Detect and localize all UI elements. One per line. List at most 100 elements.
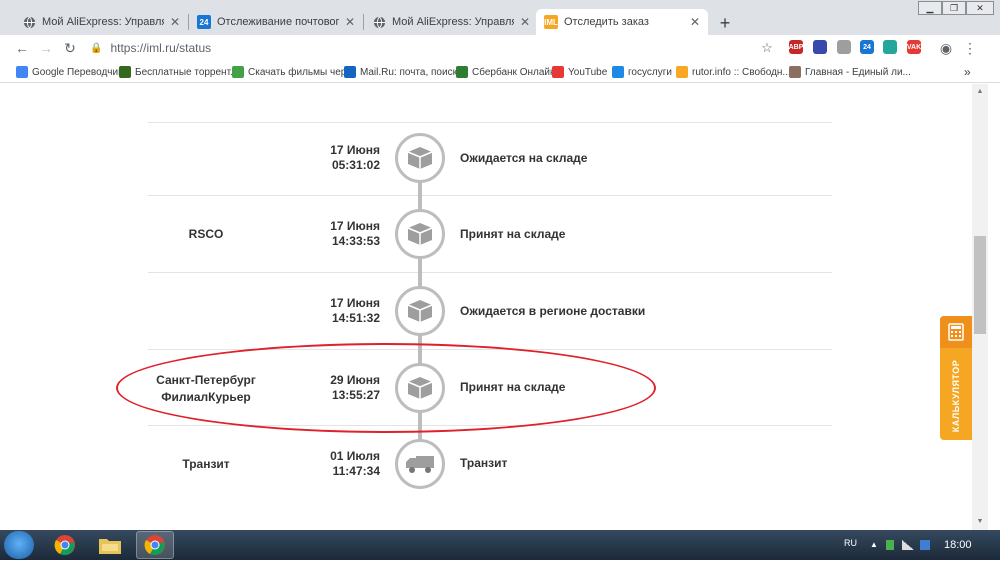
menu-button[interactable]: ⋮ xyxy=(960,38,980,58)
scroll-up-arrow[interactable]: ▲ xyxy=(974,86,986,98)
event-place: Транзит xyxy=(182,457,230,471)
tab-title: Отслеживание почтового отправ xyxy=(217,16,339,28)
bookmark-favicon xyxy=(789,66,801,78)
bookmark-favicon xyxy=(119,66,131,78)
event-date: 17 Июня 05:31:02 xyxy=(290,143,380,173)
tray-expand-icon[interactable]: ▲ xyxy=(870,540,878,550)
scroll-down-arrow[interactable]: ▼ xyxy=(974,516,986,528)
shield-green-icon[interactable] xyxy=(883,40,897,54)
reload-icon: ↻ xyxy=(64,39,76,56)
tab-track-order[interactable]: IML Отследить заказ ✕ xyxy=(536,9,708,35)
event-time: 14:33:53 xyxy=(331,234,380,248)
url-text: https://iml.ru/status xyxy=(110,41,212,55)
bookmark-item[interactable]: Скачать фильмы чер... xyxy=(232,64,355,80)
close-icon[interactable]: ✕ xyxy=(690,15,700,29)
event-time: 14:51:32 xyxy=(331,311,380,325)
event-status: Принят на складе xyxy=(460,227,566,241)
taskbar: RU ▲ 18:00 xyxy=(0,530,1000,560)
close-icon[interactable]: ✕ xyxy=(345,15,355,29)
lock-icon: 🔒 xyxy=(90,42,103,54)
bookmark-item[interactable]: rutor.info :: Свободн... xyxy=(676,64,791,80)
scrollbar-thumb[interactable] xyxy=(974,236,986,334)
bookmark-item[interactable]: Главная - Единый ли... xyxy=(789,64,911,80)
taskbar-chrome-active[interactable] xyxy=(136,531,174,559)
box-icon xyxy=(395,133,445,183)
bookmark-label: Google Переводчик xyxy=(32,66,123,78)
maximize-button[interactable]: ❐ xyxy=(942,1,966,15)
flag-icon[interactable] xyxy=(920,540,930,550)
start-button[interactable] xyxy=(4,531,34,559)
bookmark-item[interactable]: Mail.Ru: почта, поиск... xyxy=(344,64,465,80)
event-date: 17 Июня 14:33:53 xyxy=(290,219,380,249)
signal-icon[interactable] xyxy=(902,540,914,550)
back-button[interactable]: ← xyxy=(12,38,32,58)
bookmark-label: Сбербанк Онлайн xyxy=(472,66,556,78)
bookmark-label: Главная - Единый ли... xyxy=(805,66,911,78)
bookmark-item[interactable]: Сбербанк Онлайн xyxy=(456,64,556,80)
clock[interactable]: 18:00 xyxy=(944,539,972,551)
battery-icon[interactable] xyxy=(886,540,894,550)
tab-aliexpress-2[interactable]: Мой AliExpress: Управлять заказа ✕ xyxy=(364,9,538,35)
language-indicator[interactable]: RU xyxy=(844,538,857,548)
forward-button[interactable]: → xyxy=(36,38,56,58)
calculator-tab[interactable]: КАЛЬКУЛЯТОР xyxy=(940,316,972,440)
bookmark-favicon xyxy=(232,66,244,78)
globe-icon xyxy=(22,15,36,29)
counter-24-icon[interactable]: 24 xyxy=(860,40,874,54)
star-icon: ☆ xyxy=(761,40,773,55)
bookmark-item[interactable]: YouTube xyxy=(552,64,607,80)
close-icon[interactable]: ✕ xyxy=(170,15,180,29)
tab-title: Мой AliExpress: Управлять заказа xyxy=(42,16,164,28)
event-date: 01 Июля 11:47:34 xyxy=(290,449,380,479)
iml-icon: IML xyxy=(544,15,558,29)
bookmark-star-button[interactable]: ☆ xyxy=(757,38,777,58)
timeline-connector xyxy=(418,180,422,212)
bookmarks-bar: Google Переводчик Бесплатные торрент... … xyxy=(0,61,1000,83)
bookmark-label: Бесплатные торрент... xyxy=(135,66,239,78)
bookmark-label: госуслуги xyxy=(628,66,672,78)
event-day: 01 Июля xyxy=(330,449,380,463)
event-time: 11:47:34 xyxy=(332,464,380,478)
bookmark-item[interactable]: Бесплатные торрент... xyxy=(119,64,238,80)
puzzle-icon[interactable] xyxy=(837,40,851,54)
tab-title: Отследить заказ xyxy=(564,16,649,28)
profile-button[interactable]: ◉ xyxy=(936,38,956,58)
bookmarks-overflow-button[interactable]: » xyxy=(964,64,971,80)
close-window-button[interactable]: ✕ xyxy=(966,1,994,15)
reload-button[interactable]: ↻ xyxy=(60,38,80,58)
minimize-button[interactable]: ▁ xyxy=(918,1,942,15)
bottom-margin xyxy=(0,560,1000,575)
event-day: 17 Июня xyxy=(330,296,380,310)
event-status: Ожидается на складе xyxy=(460,151,588,165)
bookmark-favicon xyxy=(456,66,468,78)
taskbar-chrome[interactable] xyxy=(46,531,84,559)
address-bar[interactable]: 🔒 https://iml.ru/status xyxy=(86,37,782,59)
globe-icon xyxy=(372,15,386,29)
bookmark-item[interactable]: госуслуги xyxy=(612,64,672,80)
tab-post-tracking[interactable]: 24 Отслеживание почтового отправ ✕ xyxy=(189,9,363,35)
arrow-left-icon: ← xyxy=(15,40,29,56)
adblock-icon[interactable]: ABP xyxy=(789,40,803,54)
chrome-icon xyxy=(54,535,75,556)
close-icon[interactable]: ✕ xyxy=(520,15,530,29)
folder-icon xyxy=(99,539,121,554)
account-icon: ◉ xyxy=(939,39,953,56)
tab-aliexpress-1[interactable]: Мой AliExpress: Управлять заказа ✕ xyxy=(14,9,188,35)
row-divider xyxy=(148,272,832,273)
event-place: RSCO xyxy=(188,227,224,241)
highlight-ellipse xyxy=(116,343,656,433)
event-status: Ожидается в регионе доставки xyxy=(460,304,646,318)
row-divider xyxy=(148,122,832,123)
event-time: 05:31:02 xyxy=(331,158,380,172)
taskbar-explorer[interactable] xyxy=(91,531,129,559)
bookmark-label: YouTube xyxy=(568,66,608,78)
calculator-label: КАЛЬКУЛЯТОР xyxy=(951,359,961,433)
box-icon xyxy=(395,209,445,259)
bookmark-item[interactable]: Google Переводчик xyxy=(16,64,122,80)
vak-icon[interactable]: VAK xyxy=(907,40,921,54)
bookmark-label: rutor.info :: Свободн... xyxy=(692,66,791,78)
new-tab-button[interactable]: + xyxy=(714,12,736,34)
event-status: Транзит xyxy=(460,456,508,470)
menu-dots-icon: ⋮ xyxy=(963,39,977,56)
block-icon[interactable] xyxy=(813,40,827,54)
